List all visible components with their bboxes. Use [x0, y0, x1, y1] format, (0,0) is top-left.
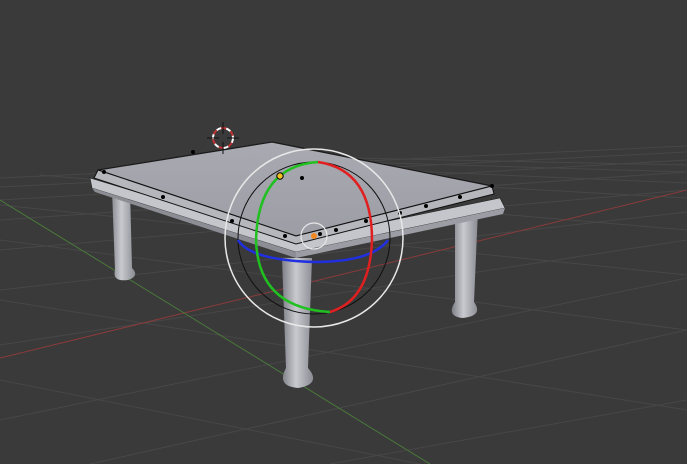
3d-viewport[interactable] [0, 0, 687, 464]
table-object[interactable] [89, 141, 506, 388]
active-vertex [276, 172, 284, 180]
viewport-canvas[interactable] [0, 0, 687, 464]
pivot-point [311, 233, 317, 239]
